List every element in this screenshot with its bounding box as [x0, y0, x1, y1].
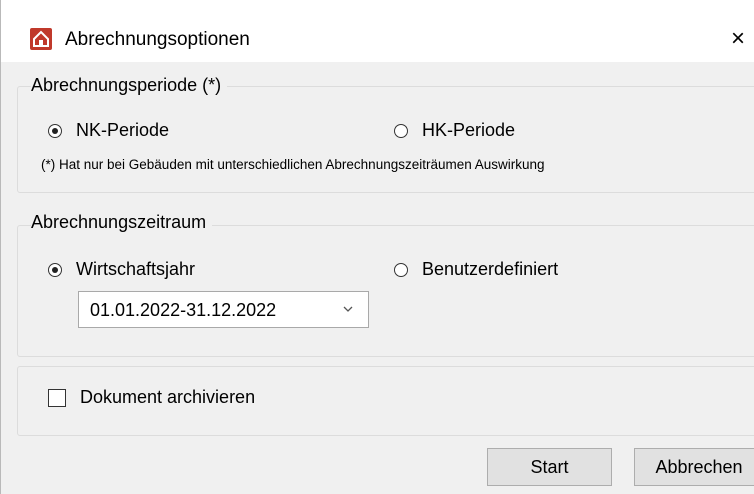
radio-label: HK-Periode: [422, 120, 516, 140]
radio-nk-periode[interactable]: NK-Periode: [48, 120, 169, 141]
radio-unchecked-icon: [394, 262, 408, 277]
radio-hk-periode[interactable]: HK-Periode: [394, 120, 515, 141]
radio-label: Benutzerdefiniert: [422, 259, 559, 279]
radio-checked-icon: [48, 123, 62, 138]
cancel-button[interactable]: Abbrechen: [634, 448, 754, 486]
checkbox-label: Dokument archivieren: [80, 387, 256, 407]
radio-benutzerdefiniert[interactable]: Benutzerdefiniert: [394, 259, 558, 280]
radio-checked-icon: [48, 262, 62, 277]
radio-unchecked-icon: [394, 123, 408, 138]
archive-checkbox[interactable]: Dokument archivieren: [48, 387, 255, 408]
dialog-window: Abrechnungsoptionen × Abrechnungsperiode…: [0, 0, 754, 494]
radio-wirtschaftsjahr[interactable]: Wirtschaftsjahr: [48, 259, 195, 280]
close-icon[interactable]: ×: [721, 22, 754, 56]
chevron-down-icon: [343, 302, 353, 316]
dialog-title: Abrechnungsoptionen: [65, 29, 250, 50]
checkbox-box: [48, 388, 66, 407]
app-house-icon: [30, 28, 52, 50]
period-select[interactable]: 01.01.2022-31.12.2022: [78, 291, 369, 328]
period-group-legend: Abrechnungsperiode (*): [31, 75, 228, 96]
start-button[interactable]: Start: [487, 448, 612, 486]
radio-label: Wirtschaftsjahr: [76, 259, 196, 279]
period-note: (*) Hat nur bei Gebäuden mit unterschied…: [41, 157, 545, 172]
radio-label: NK-Periode: [76, 120, 170, 140]
title-bar: Abrechnungsoptionen ×: [1, 0, 754, 62]
range-group-legend: Abrechnungszeitraum: [31, 212, 213, 233]
select-value: 01.01.2022-31.12.2022: [90, 300, 277, 320]
